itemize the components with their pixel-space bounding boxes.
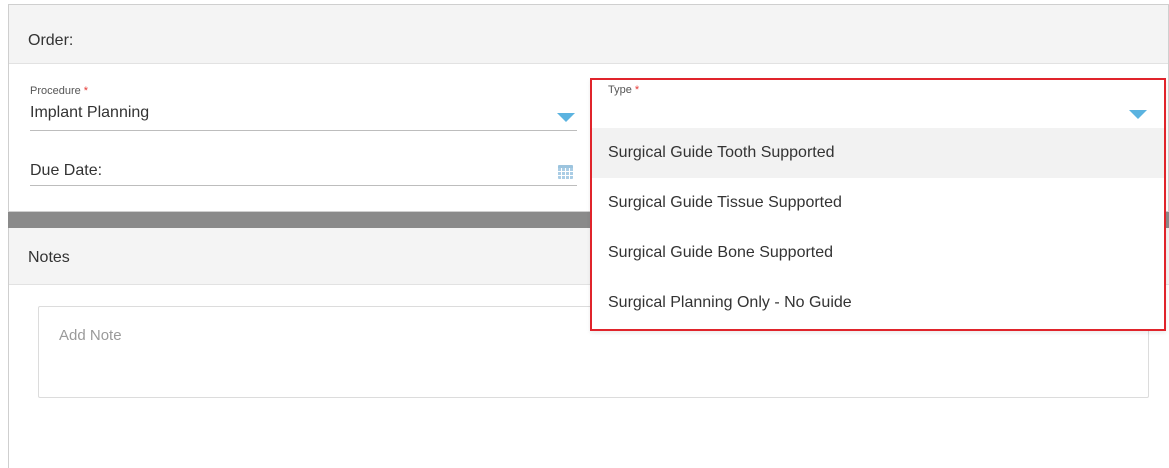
notes-title: Notes: [28, 249, 70, 266]
required-marker: *: [83, 85, 89, 97]
type-options-list: Surgical Guide Tooth Supported Surgical …: [592, 128, 1164, 328]
type-option-bone-supported[interactable]: Surgical Guide Bone Supported: [592, 228, 1164, 278]
due-date-label: Due Date:: [30, 162, 103, 179]
calendar-icon[interactable]: [558, 165, 573, 179]
chevron-down-icon[interactable]: [557, 113, 575, 122]
due-date-underline: [30, 185, 577, 186]
order-title: Order:: [28, 32, 74, 49]
type-label: Type *: [608, 84, 640, 96]
procedure-label: Procedure *: [30, 85, 89, 97]
type-option-tooth-supported[interactable]: Surgical Guide Tooth Supported: [592, 128, 1164, 178]
type-option-tissue-supported[interactable]: Surgical Guide Tissue Supported: [592, 178, 1164, 228]
order-header: Order:: [9, 5, 1168, 64]
procedure-value: Implant Planning: [30, 104, 150, 121]
procedure-underline: [30, 130, 577, 131]
chevron-down-icon[interactable]: [1129, 110, 1147, 119]
type-dropdown[interactable]: Type * Surgical Guide Tooth Supported Sur…: [590, 78, 1166, 331]
required-marker: *: [634, 84, 640, 96]
type-option-planning-only[interactable]: Surgical Planning Only - No Guide: [592, 278, 1164, 328]
